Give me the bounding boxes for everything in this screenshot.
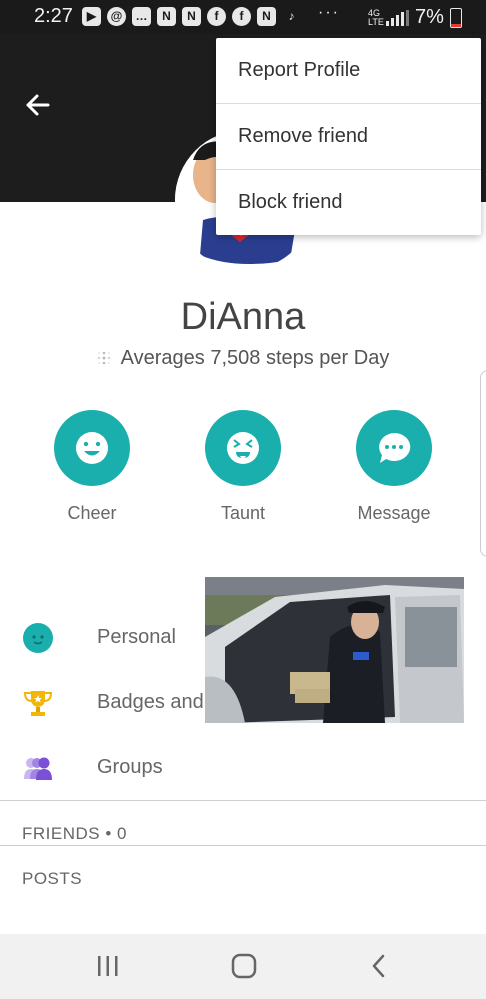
- groups-label: Groups: [97, 756, 163, 778]
- recent-apps-icon[interactable]: [96, 952, 120, 980]
- smile-icon: [54, 410, 130, 486]
- message-button[interactable]: Message: [339, 410, 449, 524]
- more-notifications-icon: ···: [318, 4, 340, 21]
- divider: [0, 845, 486, 846]
- status-bar: 2:27 ▶ @ … N N f f N ♪ ··· 4G LTE 7%: [0, 0, 486, 34]
- divider: [0, 800, 486, 801]
- chat-bubble-icon: [356, 410, 432, 486]
- network-indicator: 4G LTE: [368, 7, 384, 27]
- signal-icon: [386, 9, 409, 26]
- remove-friend-menu-item[interactable]: Remove friend: [216, 104, 481, 170]
- youtube-icon: ▶: [82, 7, 101, 26]
- facebook-icon: f: [207, 7, 226, 26]
- badges-label: Badges and: [97, 691, 204, 713]
- taunt-face-icon: [205, 410, 281, 486]
- steps-text: Averages 7,508 steps per Day: [120, 347, 390, 369]
- profile-name: DiAnna: [180, 296, 306, 338]
- system-nav-bar: [0, 934, 486, 999]
- taunt-label: Taunt: [220, 503, 266, 523]
- trophy-icon: [23, 691, 53, 716]
- report-profile-menu-item[interactable]: Report Profile: [216, 38, 481, 104]
- back-nav-icon[interactable]: [368, 952, 390, 980]
- tiktok-icon: ♪: [288, 9, 295, 23]
- system-status: 4G LTE 7%: [368, 6, 462, 29]
- cheer-label: Cheer: [67, 503, 117, 523]
- personal-label: Personal: [97, 626, 176, 648]
- back-arrow-icon[interactable]: [22, 89, 54, 121]
- app-n-icon: N: [182, 7, 201, 26]
- battery-icon: [449, 7, 462, 28]
- overflow-menu: Report Profile Remove friend Block frien…: [216, 38, 481, 235]
- fitbit-dots-icon: [97, 351, 110, 365]
- friends-section-header[interactable]: FRIENDS • 0: [22, 824, 127, 844]
- posts-section-header[interactable]: POSTS: [22, 869, 82, 889]
- cheer-button[interactable]: Cheer: [37, 410, 147, 524]
- groups-icon: [24, 757, 52, 780]
- home-icon[interactable]: [230, 952, 258, 980]
- groups-row[interactable]: Groups: [0, 736, 486, 801]
- taunt-button[interactable]: Taunt: [188, 410, 298, 524]
- picture-in-picture-video[interactable]: [205, 577, 464, 723]
- message-label: Message: [357, 503, 431, 523]
- battery-percent: 7%: [415, 6, 444, 28]
- video-frame-image: [205, 577, 464, 723]
- status-time: 2:27: [34, 5, 73, 27]
- app-n-icon: N: [157, 7, 176, 26]
- personal-icon: [23, 623, 53, 653]
- block-friend-menu-item[interactable]: Block friend: [216, 170, 481, 235]
- threads-icon: @: [107, 7, 126, 26]
- notification-icons: ▶ @ … N N f f N ♪: [82, 7, 301, 26]
- steps-average: Averages 7,508 steps per Day: [0, 347, 486, 370]
- app-n-icon: N: [257, 7, 276, 26]
- side-panel-handle[interactable]: [480, 370, 486, 557]
- facebook-icon: f: [232, 7, 251, 26]
- message-icon: …: [132, 7, 151, 26]
